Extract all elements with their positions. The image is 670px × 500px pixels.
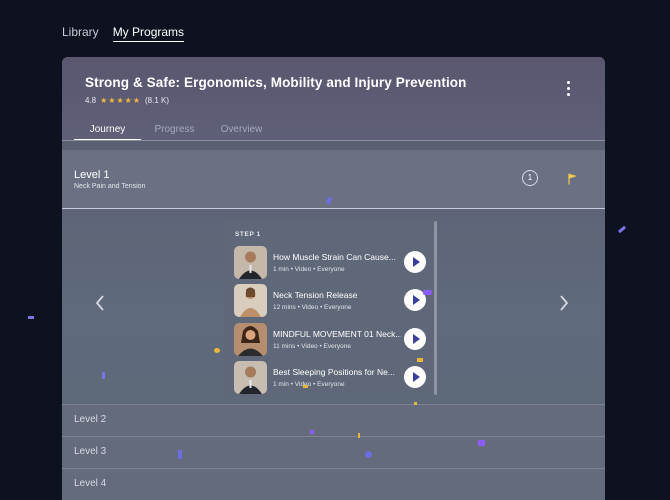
tabs-divider xyxy=(62,140,605,141)
more-options-icon[interactable] xyxy=(567,81,571,96)
level-1-title: Level 1 xyxy=(74,169,110,181)
nav-library[interactable]: Library xyxy=(62,25,99,42)
confetti-piece xyxy=(214,348,220,353)
step-panel: STEP 1 How Muscle Strain Can Cause... 1 … xyxy=(224,219,438,397)
level-label: Level 2 xyxy=(74,414,107,425)
video-thumbnail xyxy=(234,361,267,394)
confetti-piece xyxy=(617,225,627,234)
item-title: Neck Tension Release xyxy=(273,290,358,300)
confetti-piece xyxy=(423,290,432,295)
rating-value: 4.8 xyxy=(85,96,97,105)
level-row[interactable]: Level 4 xyxy=(62,468,605,500)
item-meta: 11 mins • Video • Everyone xyxy=(273,343,352,350)
tab-progress[interactable]: Progress xyxy=(141,120,208,140)
level-1-header[interactable]: Level 1 Neck Pain and Tension 1 xyxy=(62,150,605,209)
step-carousel: STEP 1 How Muscle Strain Can Cause... 1 … xyxy=(62,209,605,404)
confetti-piece xyxy=(414,402,417,405)
program-header: Strong & Safe: Ergonomics, Mobility and … xyxy=(62,57,605,141)
video-thumbnail xyxy=(234,284,267,317)
list-item[interactable]: MINDFUL MOVEMENT 01 Neck... 11 mins • Vi… xyxy=(234,323,428,357)
chevron-left-icon[interactable] xyxy=(95,295,105,311)
level-1-subtitle: Neck Pain and Tension xyxy=(74,183,146,190)
program-tabs: Journey Progress Overview xyxy=(74,120,275,140)
confetti-piece xyxy=(102,372,105,379)
nav-my-programs[interactable]: My Programs xyxy=(112,25,185,42)
confetti-piece xyxy=(28,316,34,319)
confetti-piece xyxy=(178,450,182,459)
step-label: STEP 1 xyxy=(235,231,261,238)
tab-overview[interactable]: Overview xyxy=(208,120,275,140)
confetti-piece xyxy=(365,451,372,458)
confetti-piece xyxy=(310,430,314,434)
level-row[interactable]: Level 3 xyxy=(62,436,605,468)
play-icon[interactable] xyxy=(404,366,426,388)
confetti-piece xyxy=(478,440,485,446)
rating-row: 4.8 ★★★★★ (8.1 K) xyxy=(85,96,169,105)
tab-journey[interactable]: Journey xyxy=(74,120,141,140)
item-title: MINDFUL MOVEMENT 01 Neck... xyxy=(273,329,401,339)
list-item[interactable]: Neck Tension Release 12 mins • Video • E… xyxy=(234,284,428,318)
item-title: How Muscle Strain Can Cause... xyxy=(273,252,396,262)
item-meta: 1 min • Video • Everyone xyxy=(273,381,345,388)
confetti-piece xyxy=(417,358,423,362)
star-icons: ★★★★★ xyxy=(100,96,141,105)
level-label: Level 3 xyxy=(74,446,107,457)
play-icon[interactable] xyxy=(404,251,426,273)
level-row[interactable]: Level 2 xyxy=(62,404,605,436)
top-nav: Library My Programs xyxy=(62,25,185,42)
confetti-piece xyxy=(358,433,360,438)
program-title: Strong & Safe: Ergonomics, Mobility and … xyxy=(85,75,467,90)
video-thumbnail xyxy=(234,323,267,356)
flag-icon xyxy=(568,173,577,185)
play-icon[interactable] xyxy=(404,328,426,350)
scrollbar[interactable] xyxy=(434,221,437,395)
level-number-badge: 1 xyxy=(522,170,538,186)
item-meta: 12 mins • Video • Everyone xyxy=(273,304,352,311)
video-thumbnail xyxy=(234,246,267,279)
level-label: Level 4 xyxy=(74,478,107,489)
list-item[interactable]: How Muscle Strain Can Cause... 1 min • V… xyxy=(234,246,428,280)
confetti-piece xyxy=(303,385,308,388)
item-meta: 1 min • Video • Everyone xyxy=(273,266,345,273)
list-item[interactable]: Best Sleeping Positions for Ne... 1 min … xyxy=(234,361,428,395)
chevron-right-icon[interactable] xyxy=(559,295,569,311)
rating-count: (8.1 K) xyxy=(144,96,169,105)
item-title: Best Sleeping Positions for Ne... xyxy=(273,367,395,377)
program-card: Strong & Safe: Ergonomics, Mobility and … xyxy=(62,57,605,500)
